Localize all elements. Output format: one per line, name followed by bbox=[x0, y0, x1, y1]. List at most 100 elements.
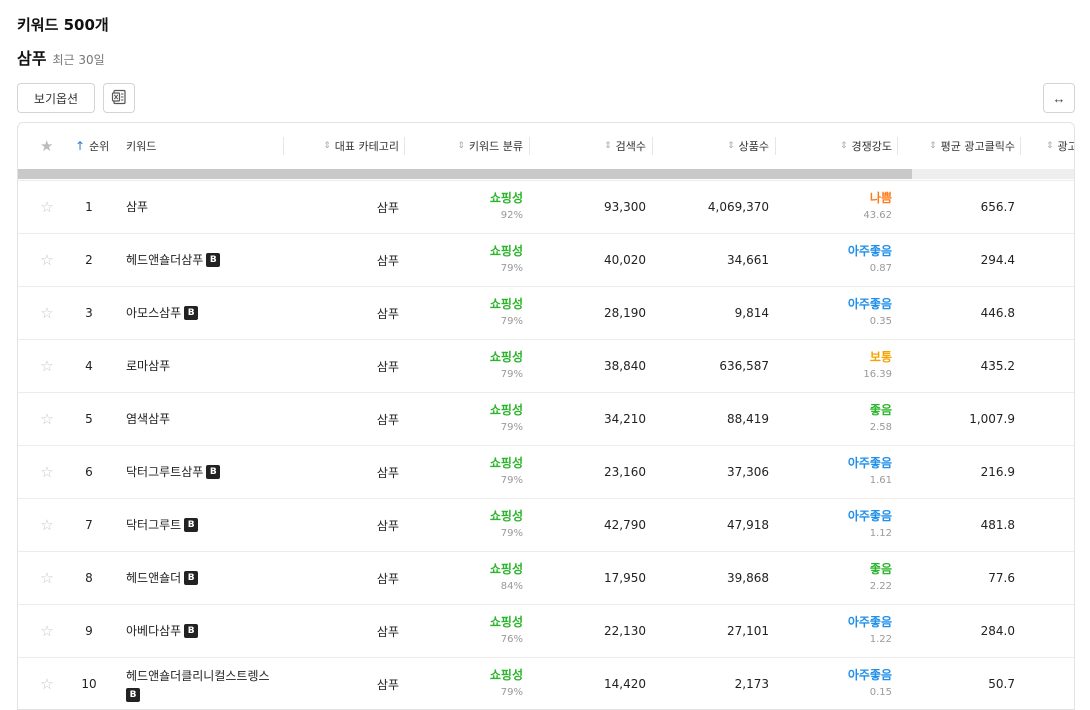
keyword-cell[interactable]: 염색삼푸 bbox=[126, 393, 286, 445]
table-row[interactable]: ☆ 3 아모스삼푸 B 삼푸 쇼핑성 79% 28,190 9,814 아주좋음 0.35 446.8 bbox=[18, 286, 1074, 339]
competition-cell: 좋음 2.22 bbox=[808, 552, 892, 604]
keyword-text: 헤드앤숄더 bbox=[126, 571, 182, 585]
view-options-button[interactable]: 보기옵션 bbox=[17, 83, 95, 113]
brand-badge-icon: B bbox=[206, 465, 221, 479]
excel-download-button[interactable] bbox=[103, 83, 135, 113]
header-truncated-label: 광고 bbox=[1057, 140, 1074, 153]
keyword-cell[interactable]: 헤드앤숄더클리니컬스트렝스 B bbox=[126, 658, 286, 709]
sort-icon: ⇕ bbox=[1046, 141, 1054, 151]
star-header-icon: ★ bbox=[40, 137, 54, 155]
header-search-count[interactable]: ⇕ 검색수 bbox=[558, 123, 653, 169]
keyword-cell[interactable]: 닥터그루트 B bbox=[126, 499, 286, 551]
period-label: 최근 30일 bbox=[52, 53, 105, 67]
search-count-cell: 14,420 bbox=[604, 677, 646, 691]
product-count-cell: 34,661 bbox=[727, 253, 769, 267]
favorite-star-button[interactable]: ☆ bbox=[36, 234, 58, 286]
search-count-cell: 28,190 bbox=[604, 306, 646, 320]
table-row[interactable]: ☆ 1 삼푸 삼푸 쇼핑성 92% 93,300 4,069,370 나쁨 43.62 656.7 bbox=[18, 180, 1074, 233]
table-row[interactable]: ☆ 10 헤드앤숄더클리니컬스트렝스 B 삼푸 쇼핑성 79% 14,420 2,173 아주좋음… bbox=[18, 657, 1074, 709]
keyword-text: 삼푸 bbox=[126, 200, 149, 214]
keyword-text: 닥터그루트삼푸 bbox=[126, 465, 204, 479]
favorite-star-button[interactable]: ☆ bbox=[36, 446, 58, 498]
table-row[interactable]: ☆ 4 로마삼푸 삼푸 쇼핑성 79% 38,840 636,587 보통 16.39 435.2 bbox=[18, 339, 1074, 392]
competition-value: 0.35 bbox=[869, 316, 892, 327]
classification-percent: 79% bbox=[500, 263, 523, 274]
brand-badge-icon: B bbox=[184, 571, 199, 585]
column-divider bbox=[404, 137, 405, 155]
keyword-cell[interactable]: 헤드앤숄더 B bbox=[126, 552, 286, 604]
header-competition[interactable]: ⇕ 경쟁강도 bbox=[798, 123, 898, 169]
favorite-star-button[interactable]: ☆ bbox=[36, 499, 58, 551]
product-count-cell: 88,419 bbox=[727, 412, 769, 426]
table-row[interactable]: ☆ 9 아베다삼푸 B 삼푸 쇼핑성 76% 22,130 27,101 아주좋음 1.22 284.… bbox=[18, 604, 1074, 657]
classification-percent: 79% bbox=[500, 316, 523, 327]
classification-percent: 79% bbox=[500, 528, 523, 539]
classification-label: 쇼핑성 bbox=[489, 244, 523, 258]
competition-cell: 나쁨 43.62 bbox=[808, 181, 892, 233]
keyword-cell[interactable]: 로마삼푸 bbox=[126, 340, 286, 392]
classification-label: 쇼핑성 bbox=[489, 456, 523, 470]
keyword-text: 아베다삼푸 bbox=[126, 624, 182, 638]
classification-percent: 84% bbox=[500, 581, 523, 592]
classification-label: 쇼핑성 bbox=[489, 509, 523, 523]
competition-cell: 보통 16.39 bbox=[808, 340, 892, 392]
keyword-text: 염색삼푸 bbox=[126, 412, 171, 426]
search-count-cell: 23,160 bbox=[604, 465, 646, 479]
avg-ad-clicks-cell: 50.7 bbox=[988, 677, 1015, 691]
star-outline-icon: ☆ bbox=[40, 675, 54, 693]
table-row[interactable]: ☆ 2 헤드앤숄더삼푸 B 삼푸 쇼핑성 79% 40,020 34,661 아주좋음 0.87 29… bbox=[18, 233, 1074, 286]
favorite-star-button[interactable]: ☆ bbox=[36, 340, 58, 392]
expand-toggle-button[interactable]: ↔ bbox=[1043, 83, 1075, 113]
header-classification[interactable]: ⇕ 키워드 분류 bbox=[418, 123, 530, 169]
favorite-star-button[interactable]: ☆ bbox=[36, 287, 58, 339]
keyword-cell[interactable]: 아모스삼푸 B bbox=[126, 287, 286, 339]
category-cell: 삼푸 bbox=[376, 253, 399, 268]
avg-ad-clicks-cell: 294.4 bbox=[980, 253, 1015, 267]
favorite-star-button[interactable]: ☆ bbox=[36, 181, 58, 233]
keyword-cell[interactable]: 헤드앤숄더삼푸 B bbox=[126, 234, 286, 286]
rank-cell: 10 bbox=[81, 677, 97, 691]
keyword-cell[interactable]: 삼푸 bbox=[126, 181, 286, 233]
keyword-text: 로마삼푸 bbox=[126, 359, 171, 373]
header-search-count-label: 검색수 bbox=[615, 140, 646, 153]
header-avg-ad-clicks[interactable]: ⇕ 평균 광고클릭수 bbox=[898, 123, 1021, 169]
horizontal-scrollbar[interactable] bbox=[18, 169, 1074, 179]
star-outline-icon: ☆ bbox=[40, 516, 54, 534]
competition-label: 나쁨 bbox=[869, 191, 892, 205]
favorite-star-button[interactable]: ☆ bbox=[36, 605, 58, 657]
classification-percent: 79% bbox=[500, 475, 523, 486]
table-row[interactable]: ☆ 7 닥터그루트 B 삼푸 쇼핑성 79% 42,790 47,918 아주좋음 1.12 481.… bbox=[18, 498, 1074, 551]
classification-label: 쇼핑성 bbox=[489, 297, 523, 311]
header-rank[interactable]: ↑ 순위 bbox=[75, 123, 109, 169]
favorite-star-button[interactable]: ☆ bbox=[36, 658, 58, 709]
header-keyword[interactable]: 키워드 bbox=[126, 123, 284, 169]
competition-cell: 아주좋음 0.15 bbox=[808, 658, 892, 709]
table-row[interactable]: ☆ 8 헤드앤숄더 B 삼푸 쇼핑성 84% 17,950 39,868 좋음 2.22 77.6 bbox=[18, 551, 1074, 604]
sort-icon: ⇕ bbox=[457, 141, 465, 151]
header-truncated[interactable]: ⇕ 광고 bbox=[1046, 123, 1074, 169]
expand-arrows-icon: ↔ bbox=[1052, 90, 1066, 106]
keyword-text: 헤드앤숄더클리니컬스트렝스 bbox=[126, 668, 270, 683]
table-row[interactable]: ☆ 6 닥터그루트삼푸 B 삼푸 쇼핑성 79% 23,160 37,306 아주좋음 1.61 21… bbox=[18, 445, 1074, 498]
star-outline-icon: ☆ bbox=[40, 569, 54, 587]
header-product-count[interactable]: ⇕ 상품수 bbox=[678, 123, 776, 169]
classification-cell: 쇼핑성 79% bbox=[438, 499, 523, 551]
classification-label: 쇼핑성 bbox=[489, 615, 523, 629]
brand-badge-icon: B bbox=[184, 518, 199, 532]
keyword-cell[interactable]: 아베다삼푸 B bbox=[126, 605, 286, 657]
favorite-star-button[interactable]: ☆ bbox=[36, 393, 58, 445]
header-star[interactable]: ★ bbox=[40, 123, 53, 169]
header-category[interactable]: ⇕ 대표 카테고리 bbox=[284, 123, 405, 169]
search-count-cell: 40,020 bbox=[604, 253, 646, 267]
keyword-cell[interactable]: 닥터그루트삼푸 B bbox=[126, 446, 286, 498]
scrollbar-thumb[interactable] bbox=[18, 169, 912, 179]
excel-icon bbox=[111, 89, 127, 108]
category-cell: 삼푸 bbox=[376, 571, 399, 586]
star-outline-icon: ☆ bbox=[40, 251, 54, 269]
favorite-star-button[interactable]: ☆ bbox=[36, 552, 58, 604]
avg-ad-clicks-cell: 435.2 bbox=[980, 359, 1015, 373]
page-subtitle: 삼푸 최근 30일 bbox=[17, 45, 105, 69]
table-row[interactable]: ☆ 5 염색삼푸 삼푸 쇼핑성 79% 34,210 88,419 좋음 2.58 1,007.9 bbox=[18, 392, 1074, 445]
classification-label: 쇼핑성 bbox=[489, 403, 523, 417]
brand-badge-icon: B bbox=[184, 624, 199, 638]
